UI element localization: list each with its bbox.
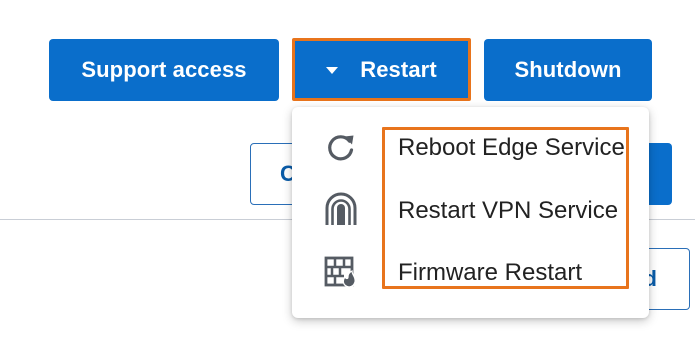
support-access-button[interactable]: Support access [49,39,279,101]
menu-item-label: Reboot Edge Service [398,134,625,161]
menu-item-restart-vpn-service[interactable]: Restart VPN Service [292,184,649,236]
tunnel-icon [322,191,360,229]
menu-item-firmware-restart[interactable]: Firmware Restart [292,246,649,298]
firmware-wall-icon [322,253,360,291]
caret-down-icon [326,67,339,74]
menu-item-label: Firmware Restart [398,259,583,286]
restart-dropdown-button[interactable]: Restart [292,38,471,101]
shutdown-button[interactable]: Shutdown [484,39,652,101]
restart-menu: Reboot Edge Service Restart VPN Service [292,107,649,318]
restart-button-label: Restart [360,56,437,82]
support-access-button-label: Support access [81,57,247,82]
shutdown-button-label: Shutdown [514,57,622,82]
page: C d Support access Restart Shutdown Rebo… [0,0,695,342]
refresh-icon [322,128,360,166]
menu-item-reboot-edge-service[interactable]: Reboot Edge Service [292,121,649,173]
menu-item-label: Restart VPN Service [398,197,619,224]
